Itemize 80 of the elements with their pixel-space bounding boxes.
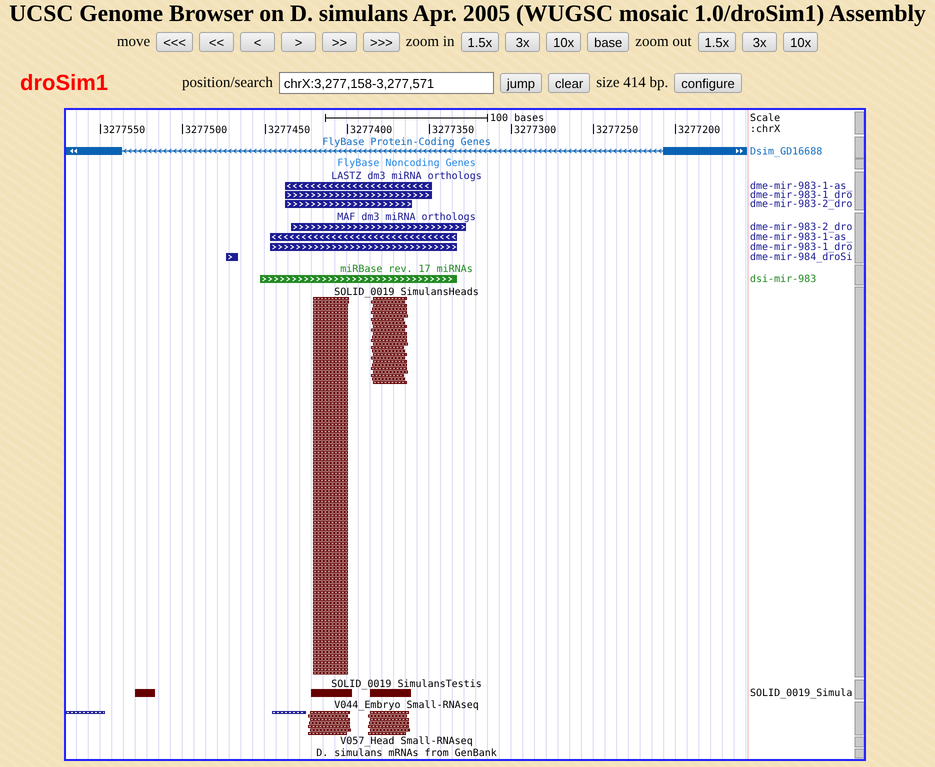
move-button[interactable]: << bbox=[198, 32, 234, 52]
item-label: dme-mir-984_droSi bbox=[750, 252, 852, 263]
ruler-label: 3277450 bbox=[268, 125, 310, 136]
alignment-bar[interactable] bbox=[291, 223, 466, 231]
ruler-tick bbox=[593, 124, 594, 134]
item-label: dme-mir-983-1_dro bbox=[750, 190, 852, 201]
scale-side-label: Scale bbox=[750, 113, 780, 124]
dashed-alignment[interactable] bbox=[272, 711, 306, 714]
item-label: dme-mir-983-2_dro bbox=[750, 222, 852, 233]
scale-bar-label: 100 bases bbox=[490, 113, 544, 124]
search-action-button[interactable]: clear bbox=[548, 73, 590, 93]
ruler-tick bbox=[429, 124, 430, 134]
zoom-out-button[interactable]: 3x bbox=[742, 32, 778, 52]
move-button[interactable]: < bbox=[240, 32, 275, 52]
alignment-bar[interactable] bbox=[226, 253, 238, 261]
track-title: miRBase rev. 17 miRNAs bbox=[340, 264, 473, 275]
item-label: dme-mir-983-1-as_ bbox=[750, 232, 852, 243]
alignment-bar[interactable] bbox=[270, 243, 457, 251]
item-label: SOLID_0019_Simula bbox=[750, 688, 852, 699]
track-title: V057_Head Small-RNAseq bbox=[340, 736, 473, 747]
read-pileup[interactable] bbox=[308, 711, 351, 735]
gene-model[interactable] bbox=[66, 147, 747, 155]
read-pileup[interactable] bbox=[371, 297, 408, 384]
dashed-alignment[interactable] bbox=[66, 711, 105, 714]
zoom-in-label: zoom in bbox=[406, 34, 455, 50]
track-title: MAF dm3 miRNA orthologs bbox=[337, 212, 476, 223]
item-label: dme-mir-983-1_dro bbox=[750, 242, 852, 253]
track-title: V044_Embryo Small-RNAseq bbox=[334, 700, 479, 711]
configure-button[interactable]: configure bbox=[674, 73, 742, 93]
move-button[interactable]: > bbox=[280, 32, 316, 52]
size-text: size 414 bp. bbox=[596, 74, 668, 92]
search-action-button[interactable]: jump bbox=[500, 73, 542, 93]
item-label: dme-mir-983-2_dro bbox=[750, 199, 852, 210]
track-title: SOLID_0019_SimulansTestis bbox=[331, 679, 482, 690]
item-label: dsi-mir-983 bbox=[750, 274, 816, 285]
ruler-tick bbox=[100, 124, 101, 134]
page-title: UCSC Genome Browser on D. simulans Apr. 2005 (WUGSC mosaic 1.0/droSim1) Assembly bbox=[8, 0, 927, 28]
database-name: droSim1 bbox=[20, 70, 110, 96]
track-title: LASTZ dm3 miRNA orthologs bbox=[331, 171, 482, 182]
alignment-bar[interactable] bbox=[285, 191, 432, 199]
move-label: move bbox=[116, 34, 150, 50]
zoom-out-label: zoom out bbox=[635, 34, 692, 50]
position-search-field[interactable]: chrX:3,277,158-3,277,571 bbox=[278, 72, 494, 94]
track-control-button[interactable] bbox=[854, 112, 864, 134]
ruler-label: 3277350 bbox=[432, 125, 474, 136]
ruler-tick bbox=[675, 124, 676, 134]
ruler-label: 3277550 bbox=[103, 125, 146, 136]
move-button[interactable]: <<< bbox=[156, 32, 193, 52]
read-pileup[interactable] bbox=[368, 711, 410, 735]
position-search-label: position/search bbox=[182, 74, 273, 92]
ruler-tick bbox=[182, 124, 183, 134]
item-label: Dsim_GD16688 bbox=[750, 146, 822, 158]
ruler-label: 3277500 bbox=[185, 125, 228, 136]
ruler-tick bbox=[347, 124, 348, 134]
ruler-tick bbox=[265, 124, 266, 134]
track-control-button[interactable] bbox=[854, 172, 864, 210]
track-control-button[interactable] bbox=[854, 680, 864, 700]
alignment-bar[interactable] bbox=[285, 200, 412, 208]
move-button[interactable]: >>> bbox=[362, 32, 400, 52]
alignment-bar[interactable] bbox=[285, 182, 432, 190]
ruler-label: 3277300 bbox=[514, 125, 556, 136]
item-label: dme-mir-983-1-as_ bbox=[750, 181, 852, 192]
track-title: FlyBase Noncoding Genes bbox=[337, 158, 476, 169]
read-pileup[interactable] bbox=[313, 297, 349, 674]
track-title: D. simulans mRNAs from GenBank bbox=[316, 748, 497, 759]
zoom-in-button[interactable]: 3x bbox=[505, 32, 540, 52]
zoom-in-button[interactable]: 10x bbox=[546, 32, 582, 52]
alignment-bar[interactable] bbox=[270, 233, 457, 241]
ruler-label: 3277250 bbox=[596, 125, 638, 136]
zoom-in-button[interactable]: base bbox=[587, 32, 630, 52]
ruler-label: 3277400 bbox=[350, 125, 392, 136]
move-button[interactable]: >> bbox=[322, 32, 357, 52]
zoom-out-button[interactable]: 10x bbox=[783, 32, 818, 52]
track-title: SOLID_0019_SimulansHeads bbox=[334, 287, 479, 298]
track-title: FlyBase Protein-Coding Genes bbox=[322, 137, 491, 148]
ruler-tick bbox=[511, 124, 512, 134]
zoom-in-button[interactable]: 1.5x bbox=[460, 32, 500, 52]
scale-side-label: :chrX bbox=[750, 124, 780, 135]
zoom-out-button[interactable]: 1.5x bbox=[698, 32, 736, 52]
ruler-label: 3277200 bbox=[678, 125, 720, 136]
